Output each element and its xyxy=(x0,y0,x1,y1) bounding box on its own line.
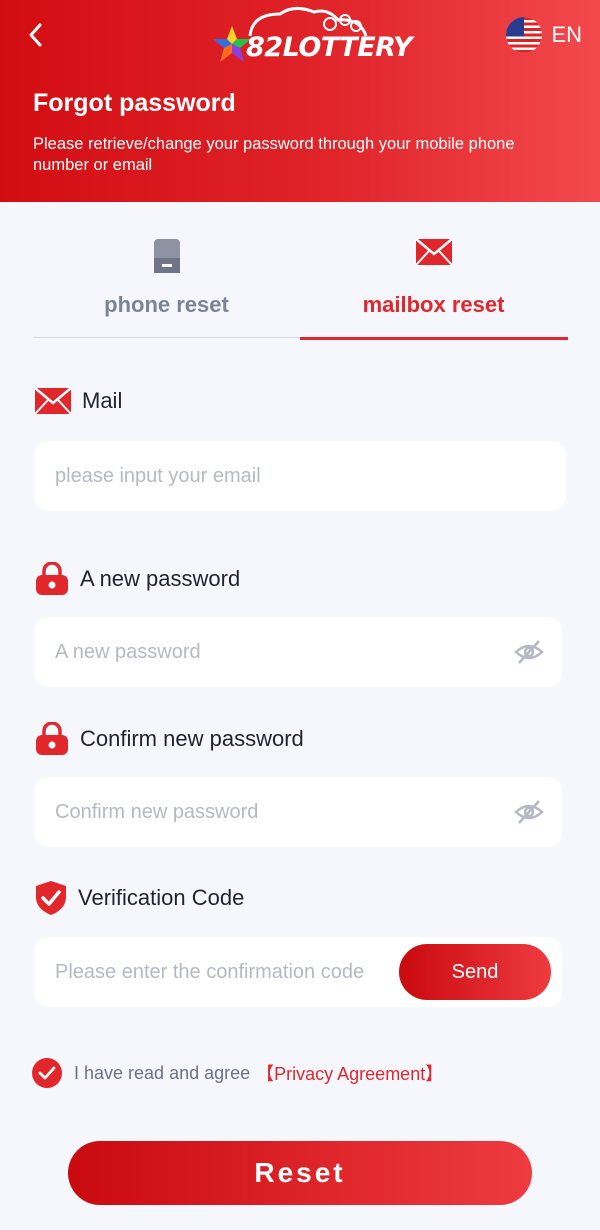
verification-input-box: Send xyxy=(34,937,562,1007)
tab-mailbox-reset-label: mailbox reset xyxy=(362,292,505,317)
logo-text: 82LOTTERY xyxy=(246,32,413,63)
lock-icon xyxy=(36,562,68,595)
reset-method-tabs: phone reset mailbox reset xyxy=(33,222,568,340)
eye-off-icon[interactable] xyxy=(514,798,544,826)
reset-button[interactable]: Reset xyxy=(68,1141,532,1205)
shield-check-icon xyxy=(36,881,66,915)
phone-icon xyxy=(153,239,180,273)
mail-label: Mail xyxy=(34,387,122,415)
brand-logo: 82LOTTERY xyxy=(210,6,413,68)
page-title: Forgot password xyxy=(33,89,236,117)
new-password-label: A new password xyxy=(34,562,240,596)
verification-label: Verification Code xyxy=(34,880,244,916)
verification-code-input[interactable] xyxy=(55,937,455,1007)
chevron-left-icon xyxy=(29,23,42,47)
agreement-checkbox[interactable] xyxy=(32,1058,62,1088)
language-selector[interactable]: EN xyxy=(506,17,582,53)
new-password-input[interactable] xyxy=(55,617,495,687)
language-label: EN xyxy=(551,22,582,47)
email-input[interactable] xyxy=(55,441,495,511)
agreement-text: I have read and agree xyxy=(74,1062,251,1083)
tab-phone-reset-label: phone reset xyxy=(104,292,229,317)
mail-input-box xyxy=(34,441,566,511)
confirm-password-input-box xyxy=(34,777,562,847)
confirm-password-input[interactable] xyxy=(55,777,495,847)
tab-phone-reset[interactable]: phone reset xyxy=(33,222,300,338)
lock-icon xyxy=(36,722,68,755)
new-password-input-box xyxy=(34,617,562,687)
agreement-row: I have read and agree 【Privacy Agreement… xyxy=(32,1058,443,1088)
mail-icon xyxy=(34,387,72,415)
new-password-label-text: A new password xyxy=(80,566,241,591)
mail-label-text: Mail xyxy=(82,388,123,413)
checkmark-icon xyxy=(38,1066,56,1080)
us-flag-icon xyxy=(506,17,543,53)
header: 82LOTTERY EN Forgot password Please retr… xyxy=(0,0,600,202)
send-code-button[interactable]: Send xyxy=(399,944,551,1000)
verification-label-text: Verification Code xyxy=(78,885,245,910)
privacy-agreement-link[interactable]: 【Privacy Agreement】 xyxy=(256,1060,443,1086)
confirm-password-label: Confirm new password xyxy=(34,722,304,756)
confirm-password-label-text: Confirm new password xyxy=(80,726,304,751)
eye-off-icon[interactable] xyxy=(514,638,544,666)
back-button[interactable] xyxy=(18,18,52,52)
mail-icon xyxy=(414,238,453,266)
page-subtitle: Please retrieve/change your password thr… xyxy=(33,135,515,174)
tab-mailbox-reset[interactable]: mailbox reset xyxy=(300,222,568,340)
